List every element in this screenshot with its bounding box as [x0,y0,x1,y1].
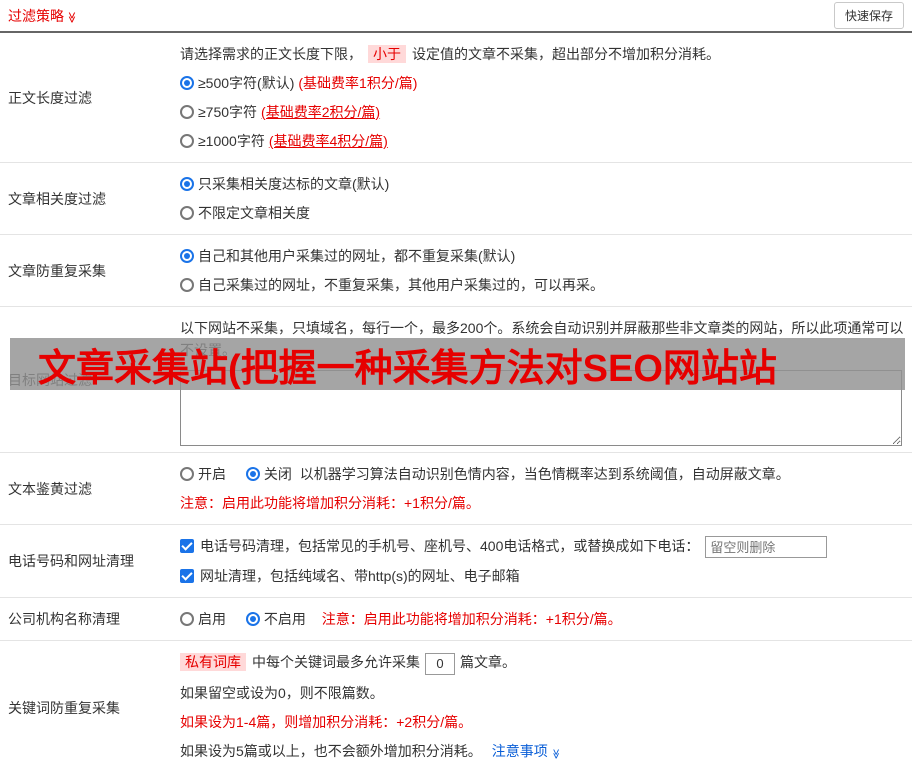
radio-label: 不限定文章相关度 [198,205,310,221]
radio-icon[interactable] [180,105,194,119]
porn-filter-cost-note: 注意：启用此功能将增加积分消耗：+1积分/篇。 [180,495,480,511]
keyword-note-unlimited: 如果留空或设为0，则不限篇数。 [180,684,384,701]
header: 过滤策略≫ 快速保存 [0,0,912,33]
radio-option-500[interactable]: ≥500字符(默认) (基础费率1积分/篇) [180,72,904,94]
radio-icon[interactable] [245,467,260,481]
row-label-porn-filter: 文本鉴黄过滤 [8,480,92,497]
radio-icon[interactable] [180,612,194,627]
replacement-phone-input[interactable] [705,536,828,559]
company-clean-cost-note: 注意：启用此功能将增加积分消耗：+1积分/篇。 [321,611,622,628]
radio-option-porn-on[interactable]: 开启 [180,466,226,482]
radio-label: 自己和其他用户采集过的网址，都不重复采集(默认) [198,248,516,264]
intro-text-post: 设定值的文章不采集，超出部分不增加积分消耗。 [412,46,720,62]
radio-icon[interactable] [180,278,194,292]
radio-label: 只采集相关度达标的文章(默认) [198,176,390,192]
radio-label: 不启用 [263,611,306,628]
length-filter-intro: 请选择需求的正文长度下限， 小于 设定值的文章不采集，超出部分不增加积分消耗。 [180,43,904,65]
chevron-down-icon: ≫ [550,748,562,759]
keyword-note-free: 如果设为5篇或以上，也不会额外增加积分消耗。 [180,742,482,759]
highlight-lessthan: 小于 [368,45,406,63]
row-label-phone-url-clean: 电话号码和网址清理 [8,553,134,570]
radio-option-company-on[interactable]: 启用 [180,611,226,627]
row-label-keyword-dedup: 关键词防重复采集 [8,699,120,716]
radio-option-750[interactable]: ≥750字符 (基础费率2积分/篇) [180,101,904,123]
quick-save-button[interactable]: 快速保存 [833,2,904,29]
row-keyword-dedup: 关键词防重复采集 私有词库中每个关键词最多允许采集 篇文章。 如果留空或设为0，则… [0,641,912,774]
checkbox-option-url-clean[interactable]: 网址清理，包括纯域名、带http(s)的网址、电子邮箱 [180,565,904,587]
radio-icon[interactable] [180,134,194,148]
radio-label: ≥500字符(默认) [198,75,295,91]
watermark-overlay: 文章采集站(把握一种采集方法对SEO网站站 [10,338,905,390]
keyword-limit-input[interactable] [425,652,455,675]
notice-link-label: 注意事项 [491,742,548,759]
radio-icon[interactable] [180,249,194,263]
radio-option-dedup-all[interactable]: 自己和其他用户采集过的网址，都不重复采集(默认) [180,245,904,267]
radio-label: 关闭 [263,466,292,482]
keyword-note-cost: 如果设为1-4篇，则增加积分消耗：+2积分/篇。 [180,713,473,730]
row-porn-filter: 文本鉴黄过滤 开启 关闭 以机器学习算法自动识别色情内容，当色情概率达到系统阈值… [0,453,912,525]
watermark-text: 文章采集站(把握一种采集方法对SEO网站站 [38,347,777,390]
rate-note: (基础费率4积分/篇) [268,133,388,149]
page-title[interactable]: 过滤策略≫ [8,6,78,26]
radio-option-relevance-any[interactable]: 不限定文章相关度 [180,202,904,224]
radio-icon[interactable] [180,76,194,90]
radio-icon[interactable] [245,612,260,627]
checkbox-icon[interactable] [180,539,194,553]
radio-label: ≥750字符 [198,104,258,120]
rate-note: (基础费率2积分/篇) [261,104,381,120]
keyword-limit-text: 中每个关键词最多允许采集 [252,654,420,671]
page-title-text: 过滤策略 [8,7,64,24]
radio-icon[interactable] [180,467,194,481]
keyword-limit-unit: 篇文章。 [460,654,516,671]
rate-note: (基础费率1积分/篇) [298,75,418,91]
radio-option-dedup-self[interactable]: 自己采集过的网址，不重复采集，其他用户采集过的，可以再采。 [180,274,904,296]
porn-filter-description: 以机器学习算法自动识别色情内容，当色情概率达到系统阈值，自动屏蔽文章。 [299,466,790,482]
radio-option-company-off[interactable]: 不启用 [245,611,306,628]
chevron-down-icon: ≫ [65,11,78,23]
checkbox-label: 网址清理，包括纯域名、带http(s)的网址、电子邮箱 [200,568,520,585]
intro-text-pre: 请选择需求的正文长度下限， [180,46,362,62]
notice-link[interactable]: 注意事项 ≫ [491,742,561,759]
checkbox-icon[interactable] [180,569,194,584]
radio-option-relevance-strict[interactable]: 只采集相关度达标的文章(默认) [180,173,904,195]
row-company-clean: 公司机构名称清理 启用 不启用 注意：启用此功能将增加积分消耗：+1积分/篇。 [0,598,912,642]
radio-option-porn-off[interactable]: 关闭 [245,466,292,482]
highlight-private-lexicon: 私有词库 [180,653,246,672]
radio-option-1000[interactable]: ≥1000字符 (基础费率4积分/篇) [180,130,904,152]
radio-label: 启用 [198,611,226,628]
row-label-company-clean: 公司机构名称清理 [8,611,120,628]
row-label-dedup-filter: 文章防重复采集 [8,262,106,279]
row-length-filter: 正文长度过滤 请选择需求的正文长度下限， 小于 设定值的文章不采集，超出部分不增加积… [0,33,912,163]
radio-icon[interactable] [180,177,194,191]
radio-label: 开启 [198,466,226,482]
checkbox-label: 电话号码清理，包括常见的手机号、座机号、400电话格式，或替换成如下电话： [200,538,700,554]
radio-label: 自己采集过的网址，不重复采集，其他用户采集过的，可以再采。 [198,277,604,293]
checkbox-option-phone-clean[interactable]: 电话号码清理，包括常见的手机号、座机号、400电话格式，或替换成如下电话： [180,535,904,559]
row-dedup-filter: 文章防重复采集 自己和其他用户采集过的网址，都不重复采集(默认) 自己采集过的网… [0,235,912,307]
radio-icon[interactable] [180,206,194,220]
row-phone-url-clean: 电话号码和网址清理 电话号码清理，包括常见的手机号、座机号、400电话格式，或替… [0,525,912,599]
row-label-length-filter: 正文长度过滤 [8,89,92,106]
row-label-relevance-filter: 文章相关度过滤 [8,190,106,207]
radio-label: ≥1000字符 [198,133,265,149]
row-relevance-filter: 文章相关度过滤 只采集相关度达标的文章(默认) 不限定文章相关度 [0,163,912,235]
